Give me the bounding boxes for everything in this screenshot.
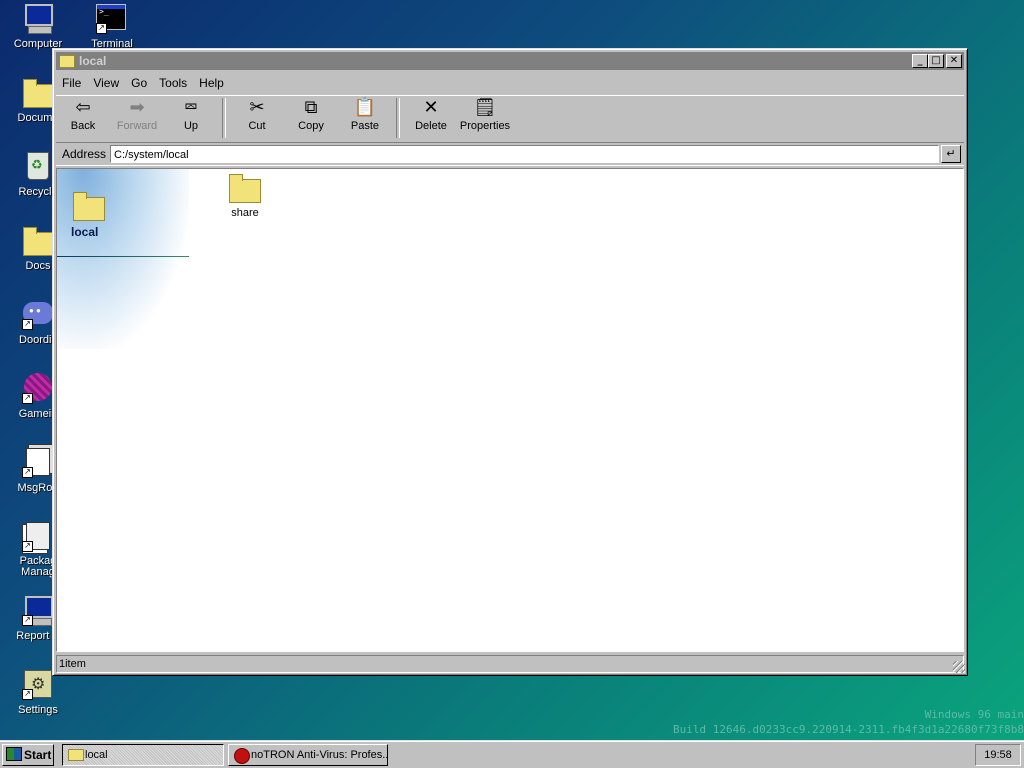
folder-banner-title: local xyxy=(71,225,99,239)
folder-icon xyxy=(217,173,273,203)
shortcut-arrow-icon: ↗ xyxy=(22,319,33,330)
banner-divider xyxy=(57,256,189,257)
file-item-share[interactable]: share xyxy=(217,173,273,219)
taskbar-item-antivirus[interactable]: noTRON Anti-Virus: Profes... xyxy=(228,744,388,766)
game-icon: ↗ xyxy=(22,372,54,404)
properties-button[interactable]: 🗒 Properties xyxy=(458,96,512,140)
taskbar-item-local[interactable]: local xyxy=(62,744,224,766)
taskbar-item-label: noTRON Anti-Virus: Profes... xyxy=(251,749,388,761)
menu-file[interactable]: File xyxy=(56,76,87,90)
minimize-button[interactable]: _ xyxy=(912,54,928,68)
terminal-icon: >_ ↗ xyxy=(96,2,128,34)
back-label: Back xyxy=(70,120,96,132)
window-title: local xyxy=(79,54,107,68)
window-titlebar[interactable]: local _ □ ✕ xyxy=(56,52,964,70)
properties-label: Properties xyxy=(459,120,511,132)
file-view[interactable]: local share xyxy=(56,168,964,652)
taskbar-item-label: local xyxy=(85,749,108,761)
scissors-icon: ✂ xyxy=(249,97,265,118)
menu-view[interactable]: View xyxy=(87,76,125,90)
folder-icon xyxy=(59,54,75,68)
copy-button[interactable]: ⧉ Copy xyxy=(284,96,338,140)
start-logo-icon xyxy=(6,747,22,761)
folder-icon xyxy=(72,189,105,221)
antivirus-icon xyxy=(234,748,250,764)
forward-arrow-icon: ➡ xyxy=(129,97,145,118)
delete-button[interactable]: ✕ Delete xyxy=(404,96,458,140)
resize-grip-icon[interactable] xyxy=(953,661,965,673)
chat-app-icon: ↗ xyxy=(22,298,54,330)
up-folder-icon: ⮹ xyxy=(183,97,199,118)
back-arrow-icon: ⇦ xyxy=(75,97,91,118)
desktop-icon-terminal[interactable]: >_ ↗ Terminal xyxy=(74,2,150,50)
status-bar: 1item xyxy=(56,655,964,673)
shortcut-arrow-icon: ↗ xyxy=(22,689,33,700)
menu-help[interactable]: Help xyxy=(193,76,230,90)
start-button[interactable]: Start xyxy=(2,744,54,766)
go-button[interactable]: ↵ xyxy=(941,145,961,163)
address-input[interactable]: C:/system/local xyxy=(110,145,939,163)
report-icon: ↗ xyxy=(22,594,54,626)
file-item-label: share xyxy=(231,207,259,219)
enter-arrow-icon: ↵ xyxy=(946,148,956,160)
taskbar-clock: 19:58 xyxy=(975,744,1021,766)
shortcut-arrow-icon: ↗ xyxy=(22,615,33,626)
maximize-button[interactable]: □ xyxy=(928,54,944,68)
forward-label: Forward xyxy=(116,120,158,132)
folder-icon xyxy=(22,224,55,256)
forward-button[interactable]: ➡ Forward xyxy=(110,96,164,140)
folder-banner: local xyxy=(57,169,189,349)
package-manager-icon: ↗ xyxy=(22,520,54,552)
menu-tools[interactable]: Tools xyxy=(153,76,193,90)
up-button[interactable]: ⮹ Up xyxy=(164,96,218,140)
desktop-icon-computer[interactable]: Computer xyxy=(0,2,76,50)
watermark-line-2: Build 12646.d0233cc9.220914-2311.fb4f3d1… xyxy=(673,723,1024,736)
status-text: 1item xyxy=(59,658,86,670)
shortcut-arrow-icon: ↗ xyxy=(96,23,107,34)
shortcut-arrow-icon: ↗ xyxy=(22,541,33,552)
copy-icon: ⧉ xyxy=(304,97,318,118)
settings-icon: ↗ xyxy=(22,668,54,700)
recycle-bin-icon xyxy=(22,150,54,182)
watermark-line-1: Windows 96 main xyxy=(924,708,1024,721)
toolbar-separator xyxy=(222,98,226,138)
up-label: Up xyxy=(183,120,199,132)
address-label: Address xyxy=(62,147,107,161)
paste-button[interactable]: 📋 Paste xyxy=(338,96,392,140)
menu-go[interactable]: Go xyxy=(125,76,153,90)
address-bar: Address C:/system/local ↵ xyxy=(56,142,964,166)
build-watermark: Windows 96 main Build 12646.d0233cc9.220… xyxy=(673,707,1024,737)
menu-bar: File View Go Tools Help xyxy=(56,73,964,93)
explorer-window: local _ □ ✕ File View Go Tools Help ⇦ Ba… xyxy=(52,48,968,676)
delete-label: Delete xyxy=(415,120,447,132)
shortcut-arrow-icon: ↗ xyxy=(22,467,33,478)
paste-icon: 📋 xyxy=(353,97,377,118)
folder-icon xyxy=(22,76,55,108)
copy-label: Copy xyxy=(298,120,324,132)
start-label: Start xyxy=(24,748,52,762)
cut-button[interactable]: ✂ Cut xyxy=(230,96,284,140)
shortcut-arrow-icon: ↗ xyxy=(22,393,33,404)
cut-label: Cut xyxy=(248,120,266,132)
message-room-icon: ↗ xyxy=(22,446,54,478)
close-button[interactable]: ✕ xyxy=(946,54,962,68)
toolbar-separator xyxy=(396,98,400,138)
folder-icon xyxy=(68,749,84,761)
desktop-icon-label: Settings xyxy=(18,704,58,716)
taskbar: Start local noTRON Anti-Virus: Profes...… xyxy=(0,740,1024,768)
computer-icon xyxy=(22,2,54,34)
toolbar: ⇦ Back ➡ Forward ⮹ Up ✂ Cut ⧉ Copy 📋 Pas… xyxy=(56,95,964,142)
delete-x-icon: ✕ xyxy=(423,97,439,118)
properties-icon: 🗒 xyxy=(473,97,497,118)
paste-label: Paste xyxy=(350,120,380,132)
back-button[interactable]: ⇦ Back xyxy=(56,96,110,140)
